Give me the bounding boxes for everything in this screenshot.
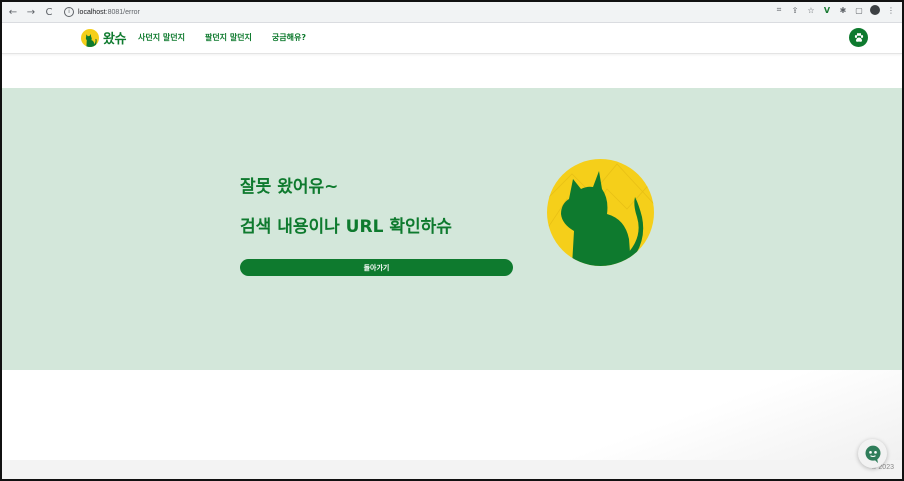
error-title-line2: 검색 내용이나 URL 확인하슈 — [240, 217, 452, 237]
address-bar[interactable]: i localhost:8081/error — [64, 7, 140, 17]
cat-illustration — [547, 159, 654, 266]
chat-bot-button[interactable] — [858, 439, 887, 468]
extensions-puzzle-icon[interactable]: ✱ — [838, 6, 848, 15]
logo-text: 왔슈 — [103, 32, 126, 47]
share-icon[interactable]: ⇪ — [790, 6, 800, 15]
page-lower-area — [2, 370, 902, 462]
nav-link-buy[interactable]: 사던지 말던지 — [138, 32, 185, 43]
forward-arrow-icon[interactable]: → — [24, 5, 38, 19]
bookmark-star-icon[interactable]: ☆ — [806, 6, 816, 15]
main-nav: 사던지 말던지 팔던지 말던지 궁금해유? — [138, 32, 326, 43]
back-arrow-icon[interactable]: ← — [6, 5, 20, 19]
url-path: :8081/error — [105, 8, 140, 16]
translate-icon[interactable]: ⌗ — [774, 5, 784, 15]
profile-avatar[interactable] — [870, 5, 880, 15]
browser-window: ← → C i localhost:8081/error ⌗ ⇪ ☆ V ✱ ▢… — [0, 0, 904, 481]
nav-link-faq[interactable]: 궁금해유? — [272, 32, 306, 43]
logo-link[interactable]: 왔슈 — [81, 28, 126, 47]
url-host: localhost — [78, 8, 106, 16]
vue-extension-icon[interactable]: V — [822, 6, 832, 15]
info-icon[interactable]: i — [64, 7, 74, 17]
chat-bot-icon — [865, 445, 880, 463]
logo-cat-icon — [81, 28, 99, 47]
go-back-button[interactable]: 돌아가기 — [240, 259, 513, 276]
footer-bar — [2, 460, 902, 479]
browser-actions: ⌗ ⇪ ☆ V ✱ ▢ ⋮ — [774, 5, 896, 15]
browser-toolbar: ← → C i localhost:8081/error ⌗ ⇪ ☆ V ✱ ▢… — [2, 2, 902, 23]
reload-icon[interactable]: C — [42, 5, 56, 19]
paw-icon[interactable] — [849, 28, 868, 47]
more-menu-icon[interactable]: ⋮ — [886, 6, 896, 15]
nav-link-sell[interactable]: 팔던지 말던지 — [205, 32, 252, 43]
site-header: 왔슈 사던지 말던지 팔던지 말던지 궁금해유? — [2, 23, 902, 54]
error-title-line1: 잘못 왔어유~ — [240, 177, 339, 197]
side-panel-icon[interactable]: ▢ — [854, 6, 864, 15]
error-hero: 잘못 왔어유~ 검색 내용이나 URL 확인하슈 돌아가기 — [2, 88, 902, 370]
